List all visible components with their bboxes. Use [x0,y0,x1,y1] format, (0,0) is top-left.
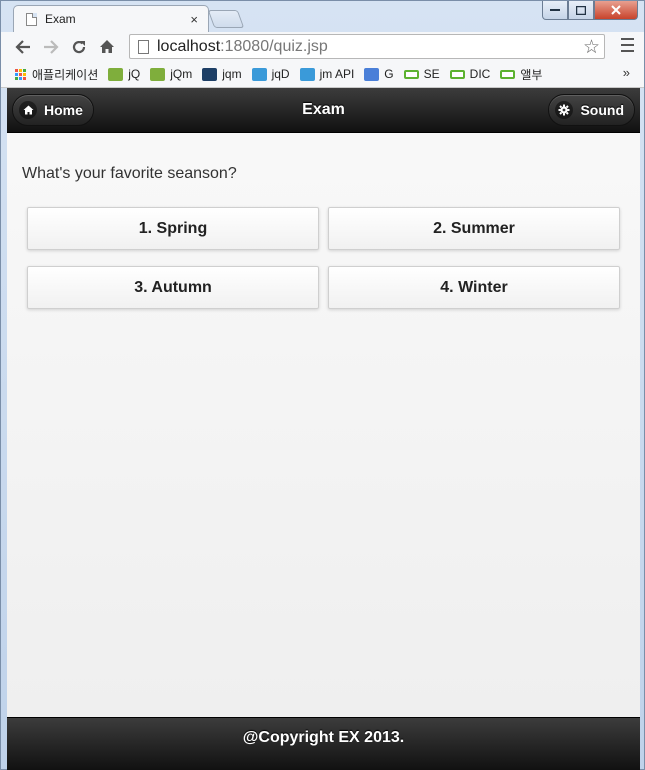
bookmarks-bar: 애플리케이션 jQ jQm jqm jqD jm API G SE DIC 앨부… [1,61,644,88]
box-icon [500,69,516,79]
page-content: Home Exam Sound What's your favorite sea… [7,88,640,770]
page-icon [138,39,149,54]
bookmark-jqm[interactable]: jQm [150,67,192,81]
bookmark-label: G [384,67,394,81]
answer-button-3[interactable]: 3. Autumn [27,266,319,309]
page-favicon-icon [26,12,37,26]
forward-button[interactable] [37,34,65,60]
window-controls [542,1,638,20]
puzzle-icon [251,67,267,81]
home-browser-button[interactable] [93,34,121,60]
answer-button-1[interactable]: 1. Spring [27,207,319,250]
reload-icon [72,40,86,53]
bookmark-album[interactable]: 앨부 [500,66,542,83]
bookmark-label: 앨부 [520,67,543,82]
apps-grid-icon [15,68,26,80]
puzzle-icon [299,67,315,81]
copyright-text: @Copyright EX 2013. [242,729,405,746]
url-path: :18080/quiz.jsp [220,37,328,55]
bookmark-star-icon[interactable]: ☆ [583,36,600,59]
jqm-icon [202,67,218,81]
bookmark-jm-api[interactable]: jm API [299,67,355,81]
bookmark-label: jQm [170,67,193,81]
more-bookmarks-icon[interactable]: » [623,65,630,80]
quiz-question: What's your favorite seanson? [22,165,237,182]
google-icon [364,67,380,81]
page-header: Home Exam Sound [7,88,640,133]
box-icon [403,69,419,79]
bookmark-label: jqD [271,67,290,81]
tab-exam[interactable]: Exam × [13,5,209,32]
url-host: localhost [157,37,221,55]
minimize-icon [550,9,560,11]
bookmark-jq[interactable]: jQ [108,67,140,81]
close-window-button[interactable] [594,1,638,20]
bookmark-dic[interactable]: DIC [449,67,491,81]
bookmark-se[interactable]: SE [403,67,440,81]
bookmark-label: jqm [222,67,242,81]
answer-grid: 1. Spring 2. Summer 3. Autumn 4. Winter [27,207,620,309]
bookmark-label: DIC [469,67,491,81]
arrow-left-icon [15,39,30,54]
bookmark-label: SE [423,67,440,81]
tab-strip: Exam × [1,1,644,32]
box-icon [449,69,465,79]
answer-button-4[interactable]: 4. Winter [328,266,620,309]
tab-close-icon[interactable]: × [190,12,198,27]
sound-button[interactable]: Sound [548,94,635,126]
w3-icon [150,67,166,81]
arrow-right-icon [44,39,59,54]
maximize-icon [576,5,586,15]
maximize-button[interactable] [568,1,594,20]
bookmark-jqm-site[interactable]: jqm [202,67,242,81]
browser-menu-icon[interactable] [621,38,634,52]
address-bar[interactable]: localhost:18080/quiz.jsp ☆ [129,34,605,59]
new-tab-button[interactable] [207,10,245,28]
tab-title: Exam [45,12,76,26]
close-icon [611,5,621,15]
bookmark-apps[interactable]: 애플리케이션 [15,66,98,83]
answer-button-2[interactable]: 2. Summer [328,207,620,250]
page-title: Exam [302,101,345,118]
page-footer: @Copyright EX 2013. [7,717,640,770]
reload-button[interactable] [65,34,93,60]
minimize-button[interactable] [542,1,568,20]
home-icon [100,40,114,53]
bookmark-label: jQ [128,67,141,81]
sound-button-label: Sound [580,102,624,118]
browser-window: Exam × localhost:18080/quiz.jsp ☆ 애플리케이… [0,0,645,770]
bookmark-label: jm API [319,67,355,81]
bookmark-g[interactable]: G [364,67,394,81]
back-button[interactable] [9,34,37,60]
gear-icon [555,101,574,119]
bookmark-jqd[interactable]: jqD [251,67,290,81]
bookmark-label: 애플리케이션 [32,67,99,82]
w3-icon [108,67,124,81]
browser-toolbar: localhost:18080/quiz.jsp ☆ [1,32,644,61]
